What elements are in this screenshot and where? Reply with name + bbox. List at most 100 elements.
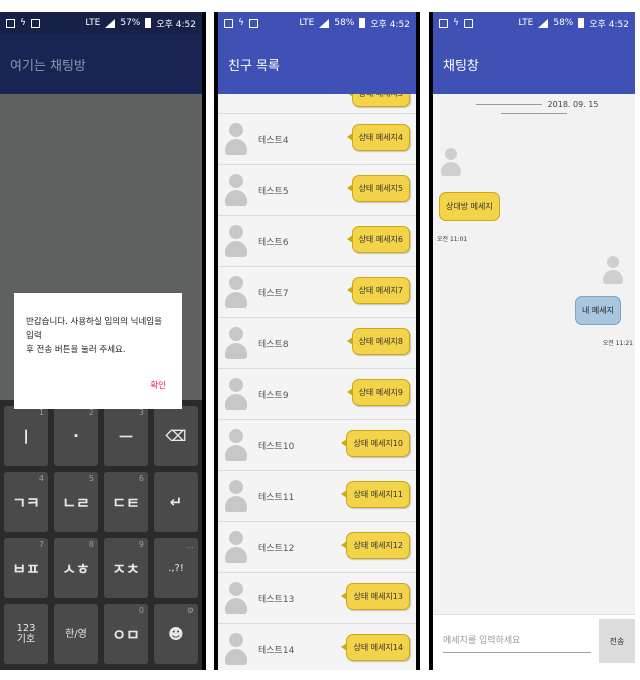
- lightning-icon: ϟ: [20, 18, 26, 28]
- chat-area[interactable]: 2018. 09. 15 상대방 메세지 오전 11:01 내 메세지 오전 1…: [433, 94, 635, 670]
- app-bar: 친구 목록: [218, 34, 416, 94]
- network-type: LTE: [299, 18, 315, 28]
- status-bar: ϟ LTE 58% 오후 4:52: [218, 12, 416, 34]
- key[interactable]: ㄱㅋ 4: [4, 472, 48, 532]
- n-icon: [224, 18, 233, 28]
- list-item[interactable]: 테스트4 상태 메세지4: [218, 114, 416, 165]
- clock: 오후 4:52: [370, 19, 410, 30]
- clock: 오후 4:52: [156, 19, 196, 30]
- friend-name: 테스트4: [258, 135, 289, 146]
- enter-icon: ↵: [169, 493, 183, 511]
- keyboard: ㅣ1 · 2 ㅡ3 ⌫ ㄱㅋ 4 ㄴㄹ 5 ㄷㅌ 6 ↵ ㅂㅍ 7 ㅅㅎ 8 ㅈㅊ 9 .,?…: [0, 400, 202, 670]
- send-button[interactable]: 전송: [599, 619, 635, 663]
- friend-name: 테스트8: [258, 339, 289, 350]
- phone-screen-chat: ϟ LTE 58% 오후 4:52 채팅창 2018. 09. 15 상대방 메…: [429, 12, 635, 670]
- key[interactable]: ㅂㅍ 7: [4, 538, 48, 598]
- lightning-icon: ϟ: [453, 18, 459, 28]
- signal-icon: [538, 18, 549, 28]
- mail-icon: [463, 18, 473, 28]
- status-message-bubble: 상태 메세지13: [341, 583, 410, 610]
- status-message-bubble: 상태 메세지11: [341, 481, 410, 508]
- key[interactable]: ㅈㅊ 9: [104, 538, 148, 598]
- avatar: [601, 252, 625, 286]
- avatar: [224, 172, 248, 208]
- avatar: [224, 325, 248, 361]
- key[interactable]: ㄴㄹ 5: [54, 472, 98, 532]
- status-message-bubble: 상태 메세지3: [346, 94, 410, 107]
- signal-icon: [319, 18, 330, 28]
- sent-message-bubble: 내 메세지: [575, 296, 621, 325]
- status-message-bubble: 상태 메세지4: [346, 124, 410, 151]
- dimmed-content: ㅣ1 · 2 ㅡ3 ⌫ ㄱㅋ 4 ㄴㄹ 5 ㄷㅌ 6 ↵ ㅂㅍ 7 ㅅㅎ 8 ㅈㅊ 9 .,?…: [0, 94, 202, 670]
- friend-name: 테스트12: [258, 543, 295, 554]
- network-type: LTE: [518, 18, 534, 28]
- friend-name: 테스트6: [258, 237, 289, 248]
- avatar: [224, 529, 248, 565]
- page-title: 채팅창: [443, 58, 479, 74]
- list-item[interactable]: 테스트6 상태 메세지6: [218, 216, 416, 267]
- key[interactable]: · 2: [54, 406, 98, 466]
- battery-icon: [359, 18, 366, 28]
- page-title: 친구 목록: [228, 58, 280, 74]
- friend-name: 테스트9: [258, 390, 289, 401]
- list-item[interactable]: 테스트7 상태 메세지7: [218, 267, 416, 318]
- avatar: [224, 223, 248, 259]
- status-message-bubble: 상태 메세지5: [346, 175, 410, 202]
- key[interactable]: ㅡ3: [104, 406, 148, 466]
- battery-percent: 58%: [334, 18, 355, 28]
- avatar: [439, 144, 463, 178]
- status-message-bubble: 상태 메세지7: [346, 277, 410, 304]
- phone-screen-friend-list: ϟ LTE 58% 오후 4:52 친구 목록 상태 메세지3 테스트4 상태 …: [214, 12, 420, 670]
- status-message-bubble: 상태 메세지6: [346, 226, 410, 253]
- list-item[interactable]: 테스트14 상태 메세지14: [218, 624, 416, 670]
- friend-name: 테스트11: [258, 492, 295, 503]
- message-input[interactable]: 메세지를 입력하세요: [443, 627, 591, 653]
- friend-name: 테스트10: [258, 441, 295, 452]
- battery-percent: 58%: [553, 18, 574, 28]
- friend-name: 테스트13: [258, 594, 295, 605]
- key[interactable]: ㅅㅎ 8: [54, 538, 98, 598]
- avatar: [224, 376, 248, 412]
- language-key[interactable]: 한/영: [54, 604, 98, 664]
- punctuation-key[interactable]: .,?!…: [154, 538, 198, 598]
- avatar: [224, 274, 248, 310]
- list-item[interactable]: 테스트12 상태 메세지12: [218, 522, 416, 573]
- list-item[interactable]: 테스트8 상태 메세지8: [218, 318, 416, 369]
- message-time: 오전 11:21: [602, 340, 633, 347]
- lightning-icon: ϟ: [238, 18, 244, 28]
- nickname-dialog: 반갑습니다. 사용하실 임의의 닉네임을 입력 후 전송 버튼을 눌러 주세요.…: [14, 293, 182, 409]
- avatar: [224, 427, 248, 463]
- enter-key[interactable]: ↵: [154, 472, 198, 532]
- list-item[interactable]: 테스트9 상태 메세지9: [218, 369, 416, 420]
- phone-screen-chatroom: ϟ LTE 57% 오후 4:52 여기는 채팅방 ㅣ1 · 2 ㅡ3 ⌫ ㄱㅋ 4…: [0, 12, 206, 670]
- friend-list[interactable]: 상태 메세지3 테스트4 상태 메세지4 테스트5 상태 메세지5 테스트6 상…: [218, 94, 416, 670]
- friend-name: 테스트14: [258, 645, 295, 656]
- status-message-bubble: 상태 메세지14: [341, 634, 410, 661]
- list-item[interactable]: 테스트13 상태 메세지13: [218, 573, 416, 624]
- clock: 오후 4:52: [589, 19, 629, 30]
- symbol-key[interactable]: 123 기호: [4, 604, 48, 664]
- emoji-key[interactable]: ☻ ⚙: [154, 604, 198, 664]
- list-item[interactable]: 테스트5 상태 메세지5: [218, 165, 416, 216]
- key[interactable]: ㄷㅌ 6: [104, 472, 148, 532]
- list-item[interactable]: 상태 메세지3: [218, 94, 416, 114]
- list-item[interactable]: 테스트11 상태 메세지11: [218, 471, 416, 522]
- backspace-key[interactable]: ⌫: [154, 406, 198, 466]
- status-message-bubble: 상태 메세지12: [341, 532, 410, 559]
- list-item[interactable]: 테스트10 상태 메세지10: [218, 420, 416, 471]
- status-bar: ϟ LTE 57% 오후 4:52: [0, 12, 202, 34]
- message-input-bar: 메세지를 입력하세요 전송: [433, 614, 635, 670]
- key[interactable]: ㅇㅁ 0: [104, 604, 148, 664]
- n-icon: [439, 18, 448, 28]
- n-icon: [6, 18, 15, 28]
- key[interactable]: ㅣ1: [4, 406, 48, 466]
- app-bar: 채팅창: [433, 34, 635, 94]
- status-bar: ϟ LTE 58% 오후 4:52: [433, 12, 635, 34]
- backspace-icon: ⌫: [165, 427, 187, 445]
- ok-button[interactable]: 확인: [150, 379, 166, 391]
- status-message-bubble: 상태 메세지8: [346, 328, 410, 355]
- friend-name: 테스트7: [258, 288, 289, 299]
- friend-name: 테스트5: [258, 186, 289, 197]
- app-bar: 여기는 채팅방: [0, 34, 202, 94]
- avatar: [224, 121, 248, 157]
